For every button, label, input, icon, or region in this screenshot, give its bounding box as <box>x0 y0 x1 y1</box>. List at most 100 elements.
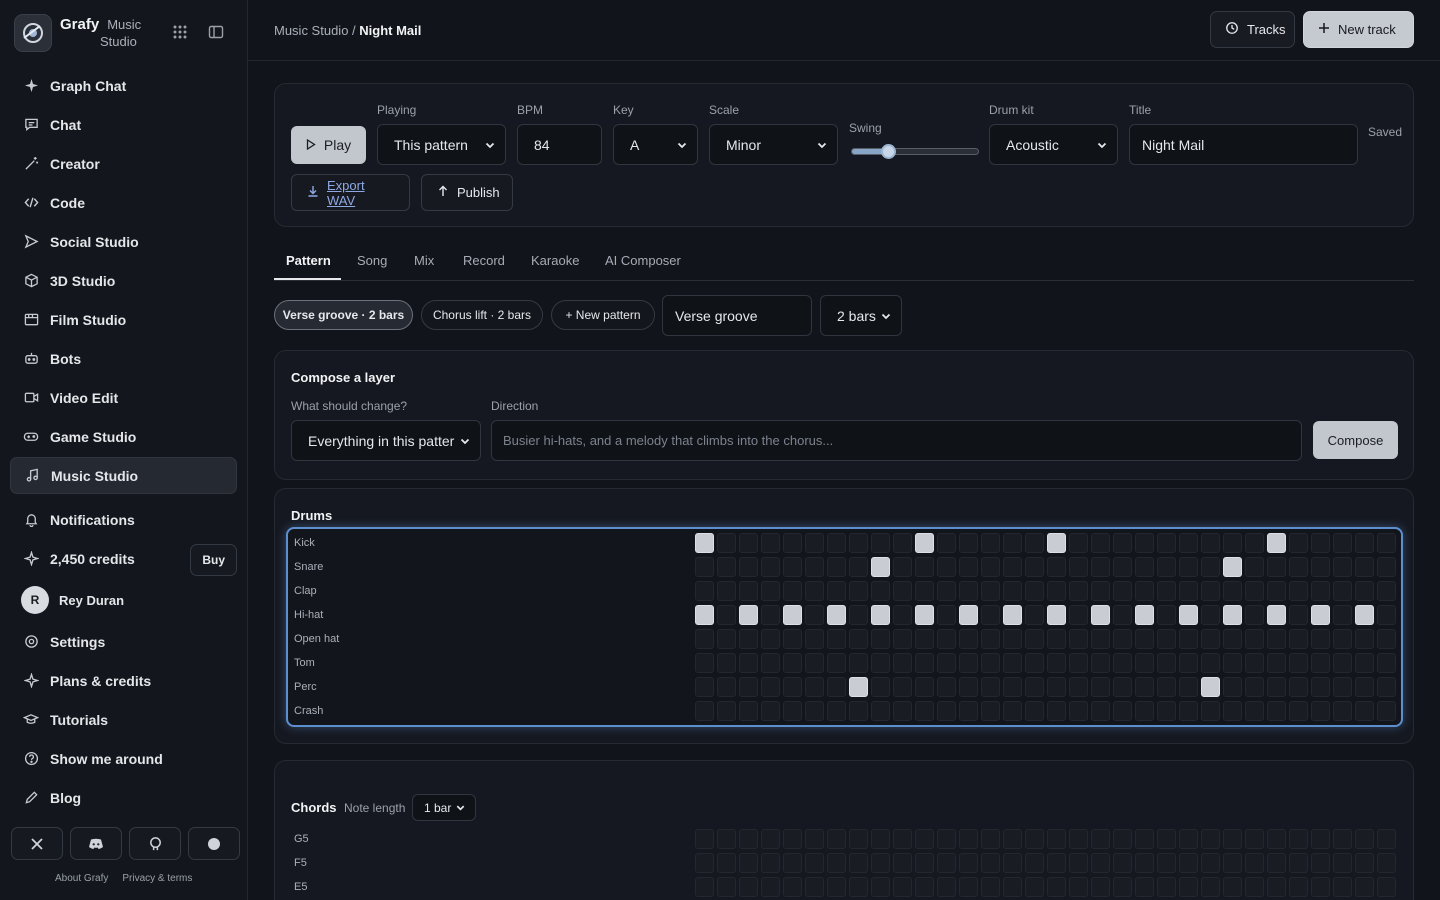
chord-step-cell[interactable] <box>937 853 956 873</box>
chord-step-cell[interactable] <box>783 877 802 897</box>
drum-step-cell[interactable] <box>893 581 912 601</box>
drum-step-cell[interactable] <box>959 605 978 625</box>
sidebar-item-plans[interactable]: Plans & credits <box>10 662 237 699</box>
drum-step-cell[interactable] <box>1267 557 1286 577</box>
drum-step-cell[interactable] <box>1267 581 1286 601</box>
chord-step-cell[interactable] <box>937 829 956 849</box>
drum-step-cell[interactable] <box>761 653 780 673</box>
chord-step-cell[interactable] <box>1355 877 1374 897</box>
chord-step-cell[interactable] <box>805 853 824 873</box>
drum-step-cell[interactable] <box>981 581 1000 601</box>
drum-step-cell[interactable] <box>1311 581 1330 601</box>
chord-step-cell[interactable] <box>1311 853 1330 873</box>
drum-step-cell[interactable] <box>717 581 736 601</box>
chord-step-cell[interactable] <box>1113 853 1132 873</box>
export-wav-button[interactable]: Export WAV <box>291 174 410 211</box>
chord-step-cell[interactable] <box>717 877 736 897</box>
chord-step-cell[interactable] <box>1267 829 1286 849</box>
chord-step-cell[interactable] <box>761 877 780 897</box>
drum-step-cell[interactable] <box>1047 557 1066 577</box>
drum-step-cell[interactable] <box>1223 701 1242 721</box>
drum-step-cell[interactable] <box>849 605 868 625</box>
chord-step-cell[interactable] <box>827 877 846 897</box>
chord-step-cell[interactable] <box>959 829 978 849</box>
chord-step-cell[interactable] <box>739 877 758 897</box>
chord-step-cell[interactable] <box>1179 877 1198 897</box>
drum-step-cell[interactable] <box>1069 605 1088 625</box>
chord-step-cell[interactable] <box>893 877 912 897</box>
drum-step-cell[interactable] <box>1179 581 1198 601</box>
chord-step-cell[interactable] <box>827 829 846 849</box>
drum-step-cell[interactable] <box>1025 605 1044 625</box>
drum-step-cell[interactable] <box>1003 557 1022 577</box>
chord-step-cell[interactable] <box>1289 877 1308 897</box>
chord-step-cell[interactable] <box>849 853 868 873</box>
drum-step-cell[interactable] <box>849 557 868 577</box>
drum-step-cell[interactable] <box>1333 701 1352 721</box>
drum-step-cell[interactable] <box>1201 581 1220 601</box>
tab-pattern[interactable]: Pattern <box>286 253 331 268</box>
drum-step-cell[interactable] <box>1355 533 1374 553</box>
tab-mix[interactable]: Mix <box>414 253 434 268</box>
chord-step-cell[interactable] <box>915 829 934 849</box>
drum-step-cell[interactable] <box>1047 533 1066 553</box>
drum-step-cell[interactable] <box>1047 605 1066 625</box>
chord-step-cell[interactable] <box>849 877 868 897</box>
chord-step-cell[interactable] <box>1377 877 1396 897</box>
swing-slider[interactable] <box>851 144 979 159</box>
drum-step-cell[interactable] <box>827 581 846 601</box>
drum-step-cell[interactable] <box>1135 653 1154 673</box>
drum-step-cell[interactable] <box>1157 605 1176 625</box>
drum-step-cell[interactable] <box>959 701 978 721</box>
chord-step-cell[interactable] <box>761 853 780 873</box>
publish-button[interactable]: Publish <box>421 174 513 211</box>
drum-step-cell[interactable] <box>1267 677 1286 697</box>
drum-step-cell[interactable] <box>915 581 934 601</box>
drum-step-cell[interactable] <box>805 677 824 697</box>
drum-step-cell[interactable] <box>739 533 758 553</box>
chord-step-cell[interactable] <box>695 877 714 897</box>
drum-step-cell[interactable] <box>717 677 736 697</box>
drum-step-cell[interactable] <box>849 581 868 601</box>
pattern-pill-verse[interactable]: Verse groove · 2 bars <box>274 300 413 330</box>
drum-step-cell[interactable] <box>871 533 890 553</box>
chord-step-cell[interactable] <box>805 829 824 849</box>
chord-step-cell[interactable] <box>915 853 934 873</box>
drum-step-cell[interactable] <box>871 581 890 601</box>
sidebar-item-bots[interactable]: Bots <box>10 340 237 377</box>
drum-step-cell[interactable] <box>1069 557 1088 577</box>
drum-step-cell[interactable] <box>937 677 956 697</box>
chord-step-cell[interactable] <box>1157 877 1176 897</box>
drum-step-cell[interactable] <box>1025 581 1044 601</box>
drum-step-cell[interactable] <box>981 653 1000 673</box>
drum-step-cell[interactable] <box>893 629 912 649</box>
drum-step-cell[interactable] <box>1289 533 1308 553</box>
drum-step-cell[interactable] <box>1355 581 1374 601</box>
drum-step-cell[interactable] <box>1157 701 1176 721</box>
drum-step-cell[interactable] <box>1179 557 1198 577</box>
drum-step-cell[interactable] <box>1003 533 1022 553</box>
drum-step-cell[interactable] <box>893 701 912 721</box>
direction-input[interactable]: Busier hi-hats, and a melody that climbs… <box>491 420 1302 461</box>
drum-step-cell[interactable] <box>783 629 802 649</box>
chord-step-cell[interactable] <box>1069 877 1088 897</box>
drum-step-cell[interactable] <box>761 581 780 601</box>
drum-step-cell[interactable] <box>1047 701 1066 721</box>
privacy-link[interactable]: Privacy & terms <box>122 873 192 884</box>
drum-step-cell[interactable] <box>1245 653 1264 673</box>
drum-step-cell[interactable] <box>1201 605 1220 625</box>
drum-step-cell[interactable] <box>695 533 714 553</box>
drum-step-cell[interactable] <box>1047 581 1066 601</box>
drum-step-cell[interactable] <box>937 701 956 721</box>
pattern-pill-chorus[interactable]: Chorus lift · 2 bars <box>421 300 543 330</box>
sidebar-item-chat[interactable]: Chat <box>10 106 237 143</box>
bpm-input[interactable]: 84 <box>517 124 602 165</box>
drum-step-cell[interactable] <box>1047 677 1066 697</box>
drum-step-cell[interactable] <box>1157 533 1176 553</box>
chord-step-cell[interactable] <box>739 829 758 849</box>
chord-step-cell[interactable] <box>981 829 1000 849</box>
tab-ai-composer[interactable]: AI Composer <box>605 253 681 268</box>
drum-step-cell[interactable] <box>893 653 912 673</box>
drum-step-cell[interactable] <box>1091 629 1110 649</box>
drum-step-cell[interactable] <box>1245 557 1264 577</box>
